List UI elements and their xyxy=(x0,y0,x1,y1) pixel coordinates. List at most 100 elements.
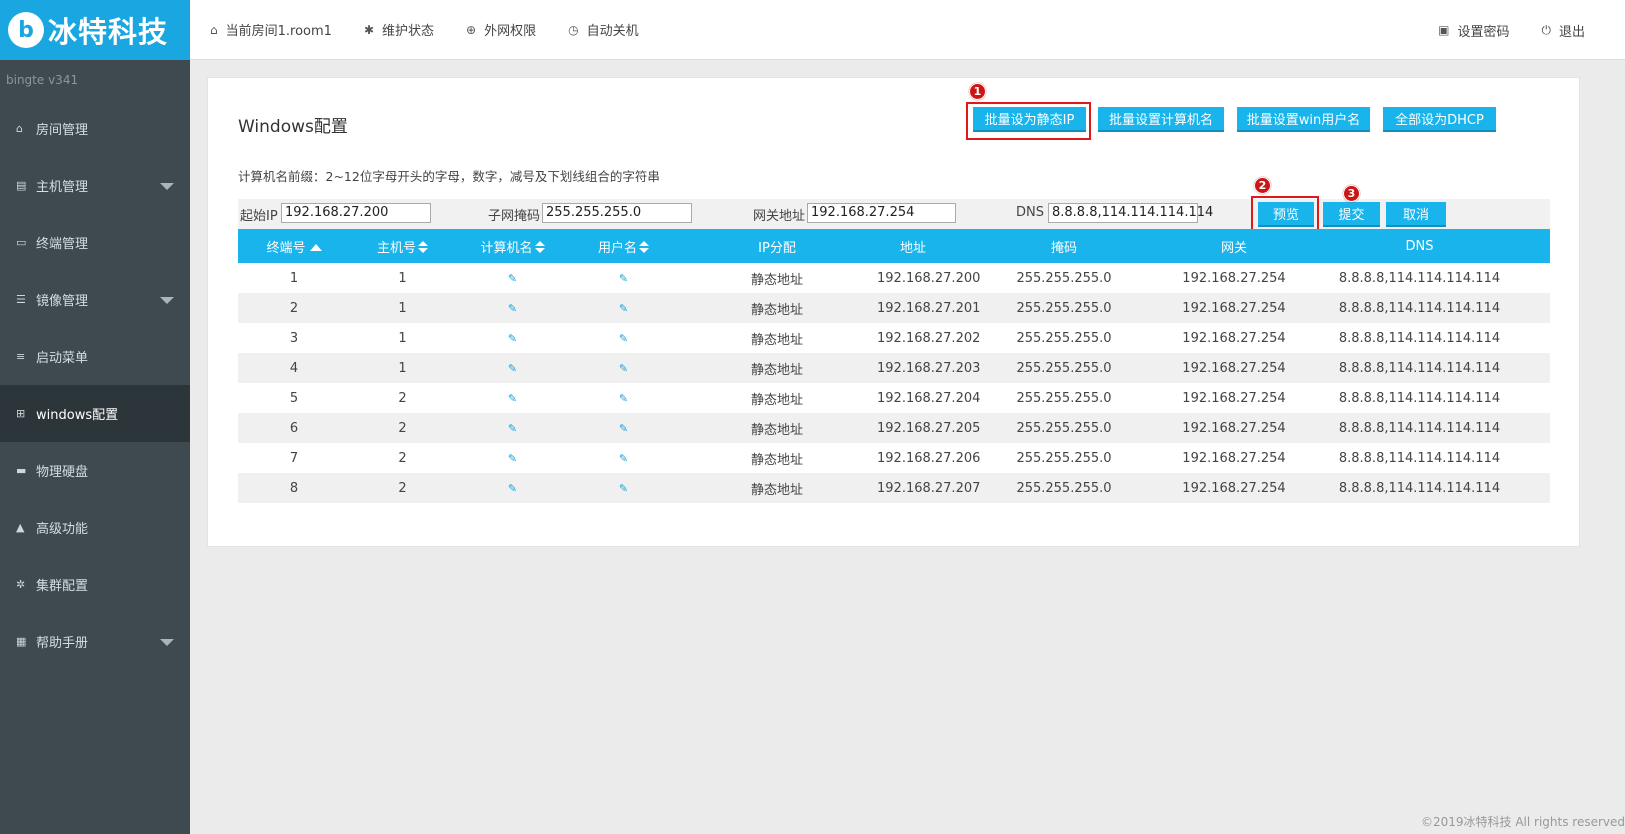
sidebar-item-label: 房间管理 xyxy=(36,123,89,138)
ip-assign-cell: 静态地址 xyxy=(677,413,877,443)
ip-address: 192.168.27.200 xyxy=(877,270,981,286)
topnav-maintenance[interactable]: ✱ 维护状态 xyxy=(364,20,434,40)
ip-address: 192.168.27.205 xyxy=(877,420,981,436)
edit-icon[interactable]: ✎ xyxy=(619,452,628,465)
col-computer-name[interactable]: 计算机名 xyxy=(455,229,570,263)
edit-icon-cell: ✎ xyxy=(570,323,677,353)
start-ip-input[interactable]: 192.168.27.200 xyxy=(281,203,431,223)
edit-icon[interactable]: ✎ xyxy=(619,482,628,495)
server-icon: ▤ xyxy=(16,179,27,192)
subnet-mask-cell: 255.255.255.0 xyxy=(949,413,1179,443)
topnav-current-room[interactable]: ⌂ 当前房间1.room1 xyxy=(210,20,332,40)
sidebar-item-6[interactable]: ▬ 物理硬盘 xyxy=(0,442,190,499)
chevron-down-icon xyxy=(160,297,174,304)
sidebar-item-3[interactable]: ☰ 镜像管理 xyxy=(0,271,190,328)
edit-icon[interactable]: ✎ xyxy=(508,482,517,495)
dns: 8.8.8.8,114.114.114.114 xyxy=(1338,330,1501,346)
sidebar-item-9[interactable]: ▦ 帮助手册 xyxy=(0,613,190,670)
edit-icon[interactable]: ✎ xyxy=(508,452,517,465)
batch-computer-name-button[interactable]: 批量设置计算机名 xyxy=(1098,107,1224,132)
edit-icon[interactable]: ✎ xyxy=(508,392,517,405)
copyright-footer: ©2019冰特科技 All rights reserved xyxy=(1420,815,1625,829)
dns-input[interactable]: 8.8.8.8,114.114.114.114 xyxy=(1048,203,1213,223)
version-label: bingte v341 xyxy=(6,73,79,87)
ip-address: 192.168.27.202 xyxy=(877,330,981,346)
sidebar-item-4[interactable]: ≡ 启动菜单 xyxy=(0,328,190,385)
host-no: 2 xyxy=(398,450,407,466)
submit-button[interactable]: 提交 xyxy=(1323,202,1380,227)
subnet-mask-cell: 255.255.255.0 xyxy=(949,323,1179,353)
gateway-cell: 192.168.27.254 xyxy=(1179,323,1289,353)
col-host-no[interactable]: 主机号 xyxy=(350,229,455,263)
col-label: 终端号 xyxy=(266,240,306,256)
set-password-label: 设置密码 xyxy=(1457,24,1510,40)
gateway-input[interactable]: 192.168.27.254 xyxy=(807,203,956,223)
dns-cell: 8.8.8.8,114.114.114.114 xyxy=(1289,473,1550,503)
host-no-cell: 1 xyxy=(350,293,455,323)
gateway: 192.168.27.254 xyxy=(1182,480,1286,496)
sidebar-item-label: 终端管理 xyxy=(36,237,89,252)
subnet-mask-input[interactable]: 255.255.255.0 xyxy=(542,203,692,223)
host-no: 1 xyxy=(398,300,407,316)
host-no-cell: 2 xyxy=(350,443,455,473)
sidebar-item-8[interactable]: ✲ 集群配置 xyxy=(0,556,190,613)
edit-icon[interactable]: ✎ xyxy=(619,272,628,285)
edit-icon[interactable]: ✎ xyxy=(619,302,628,315)
set-password-link[interactable]: ▣ 设置密码 xyxy=(1438,21,1509,40)
gear-icon: ✲ xyxy=(16,578,26,591)
brand-logo[interactable]: b 冰特科技 xyxy=(0,0,190,60)
table-row: 4 1 ✎ ✎ 静态地址 192.168.27.203 255.255.255.0 192.1… xyxy=(238,353,1550,383)
all-dhcp-button[interactable]: 全部设为DHCP xyxy=(1383,107,1496,132)
gateway: 192.168.27.254 xyxy=(1182,360,1286,376)
edit-icon[interactable]: ✎ xyxy=(619,422,628,435)
cancel-button[interactable]: 取消 xyxy=(1386,202,1446,227)
col-label: 主机号 xyxy=(376,240,416,256)
ip-address-cell: 192.168.27.206 xyxy=(877,443,980,473)
dns: 8.8.8.8,114.114.114.114 xyxy=(1338,300,1501,316)
sidebar-item-1[interactable]: ▤ 主机管理 xyxy=(0,157,190,214)
sidebar-item-label: 物理硬盘 xyxy=(36,465,89,480)
edit-icon[interactable]: ✎ xyxy=(619,362,628,375)
gateway-cell: 192.168.27.254 xyxy=(1179,413,1289,443)
sidebar-item-7[interactable]: ▲ 高级功能 xyxy=(0,499,190,556)
edit-icon[interactable]: ✎ xyxy=(508,302,517,315)
subnet-mask: 255.255.255.0 xyxy=(1016,420,1112,436)
ip-address: 192.168.27.206 xyxy=(877,450,981,466)
subnet-mask-cell: 255.255.255.0 xyxy=(949,293,1179,323)
col-terminal-no[interactable]: 终端号 xyxy=(238,229,350,263)
col-ip-assign: IP分配 xyxy=(677,229,877,263)
topnav-internet-access[interactable]: ⊕ 外网权限 xyxy=(466,20,537,40)
sidebar-item-5[interactable]: ⊞ windows配置 xyxy=(0,385,190,442)
topnav-auto-shutdown[interactable]: ◷ 自动关机 xyxy=(568,20,639,40)
edit-icon[interactable]: ✎ xyxy=(508,362,517,375)
sidebar-item-2[interactable]: ▭ 终端管理 xyxy=(0,214,190,271)
dns: 8.8.8.8,114.114.114.114 xyxy=(1338,360,1501,376)
lock-icon: ▣ xyxy=(1438,23,1450,37)
col-dns: DNS xyxy=(1289,229,1550,263)
col-address: 地址 xyxy=(877,229,949,263)
ip-assign-cell: 静态地址 xyxy=(677,383,877,413)
edit-icon[interactable]: ✎ xyxy=(508,332,517,345)
edit-icon[interactable]: ✎ xyxy=(619,392,628,405)
col-username[interactable]: 用户名 xyxy=(570,229,677,263)
batch-win-user-button[interactable]: 批量设置win用户名 xyxy=(1237,107,1370,132)
subnet-mask-cell: 255.255.255.0 xyxy=(949,263,1179,293)
host-no: 1 xyxy=(398,270,407,286)
table-row: 2 1 ✎ ✎ 静态地址 192.168.27.201 255.255.255.0 192.1… xyxy=(238,293,1550,323)
ip-assign: 静态地址 xyxy=(750,422,803,438)
sidebar-item-label: 主机管理 xyxy=(36,180,89,195)
ip-assign: 静态地址 xyxy=(750,332,803,348)
main-panel: Windows配置 批量设为静态IP 1 批量设置计算机名 批量设置win用户名… xyxy=(207,77,1580,547)
edit-icon[interactable]: ✎ xyxy=(619,332,628,345)
topnav-label: 外网权限 xyxy=(484,24,537,39)
sidebar-item-0[interactable]: ⌂ 房间管理 xyxy=(0,100,190,157)
host-no-cell: 1 xyxy=(350,353,455,383)
edit-icon[interactable]: ✎ xyxy=(508,272,517,285)
gateway: 192.168.27.254 xyxy=(1182,270,1286,286)
logout-link[interactable]: ⏻ 退出 xyxy=(1541,21,1585,40)
ip-assign-cell: 静态地址 xyxy=(677,443,877,473)
edit-icon[interactable]: ✎ xyxy=(508,422,517,435)
ip-address-cell: 192.168.27.205 xyxy=(877,413,980,443)
subnet-mask: 255.255.255.0 xyxy=(1016,390,1112,406)
sort-icon xyxy=(534,240,545,253)
